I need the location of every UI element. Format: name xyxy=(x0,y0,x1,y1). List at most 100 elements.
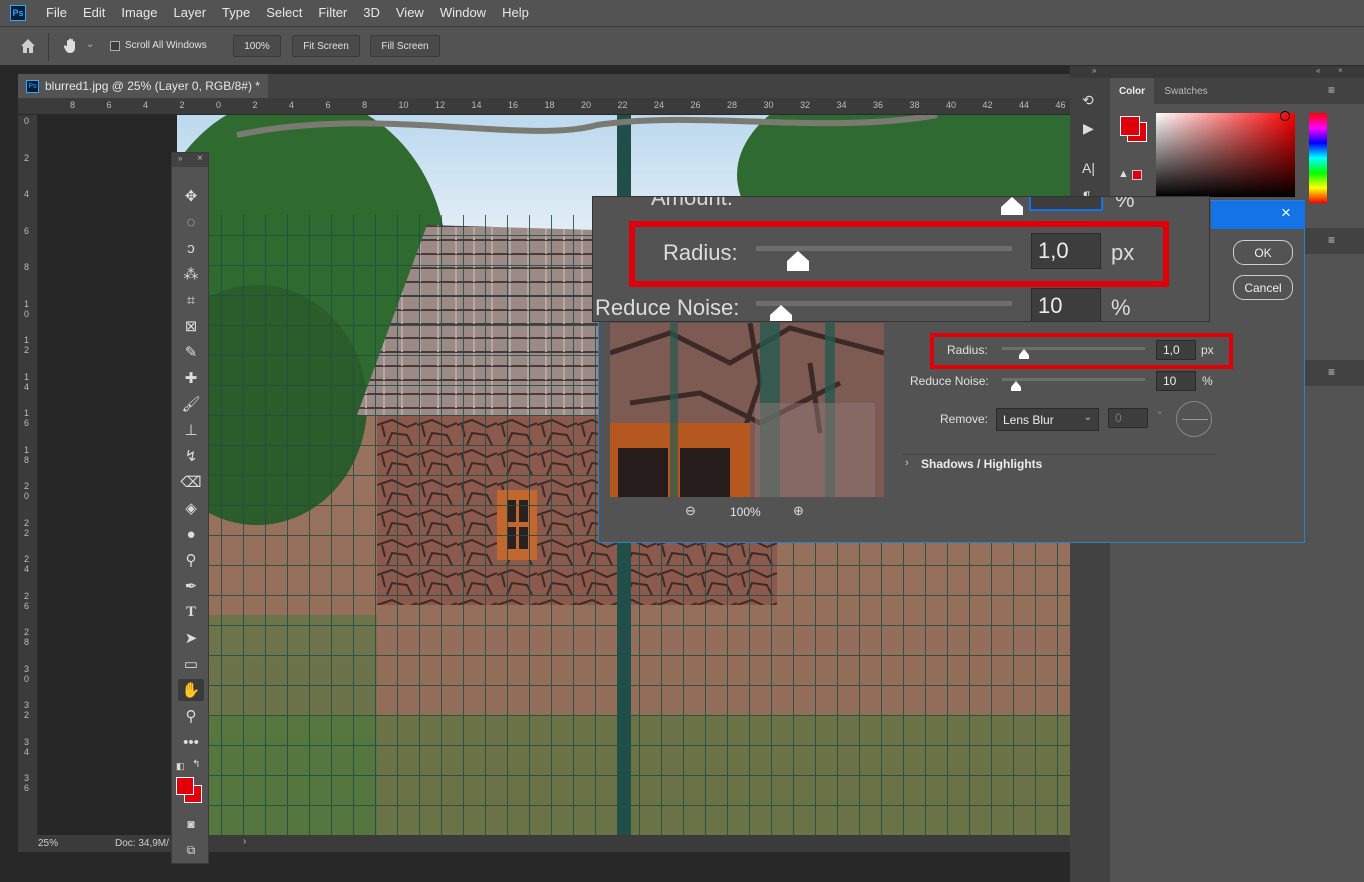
angle-dial[interactable] xyxy=(1176,401,1212,437)
more-tools-icon[interactable]: ••• xyxy=(178,731,204,753)
panel-menu-icon[interactable]: ≡ xyxy=(1328,83,1335,97)
default-colors-icon[interactable]: ◧ xyxy=(176,761,185,772)
hruler-label: 16 xyxy=(508,100,519,110)
screen-mode-icon[interactable]: ⧉ xyxy=(178,839,204,861)
brush-tool-icon[interactable]: 🖌 xyxy=(178,393,204,415)
menu-filter[interactable]: Filter xyxy=(310,0,355,26)
hruler-label: 22 xyxy=(617,100,628,110)
dialog-close-icon[interactable]: × xyxy=(1281,203,1291,223)
menu-3d[interactable]: 3D xyxy=(355,0,388,26)
hruler-label: 44 xyxy=(1019,100,1030,110)
swap-colors-icon[interactable]: ↰ xyxy=(192,759,200,770)
menu-image[interactable]: Image xyxy=(113,0,165,26)
paint-bucket-icon[interactable]: ◈ xyxy=(178,497,204,519)
menu-type[interactable]: Type xyxy=(214,0,258,26)
zoom-100-button[interactable]: 100% xyxy=(233,35,281,57)
gamut-swatch[interactable] xyxy=(1132,170,1142,180)
status-zoom[interactable]: 25% xyxy=(38,838,58,849)
remove-label: Remove: xyxy=(940,412,989,426)
document-tab[interactable]: Ps blurred1.jpg @ 25% (Layer 0, RGB/8#) … xyxy=(18,74,268,98)
reduce-noise-input[interactable]: 10 xyxy=(1156,371,1196,391)
panel-menu-icon-2[interactable]: ≡ xyxy=(1328,233,1335,247)
angle-input[interactable]: 0 xyxy=(1108,408,1148,428)
pen-tool-icon[interactable]: ✒ xyxy=(178,575,204,597)
reduce-noise-unit: % xyxy=(1202,374,1213,388)
character-icon[interactable]: A| xyxy=(1082,160,1095,176)
history-brush-icon[interactable]: ↯ xyxy=(178,445,204,467)
chevron-down-icon[interactable]: ⌄ xyxy=(86,39,94,50)
hruler-label: 26 xyxy=(690,100,701,110)
zoom-in-icon[interactable]: ⊕ xyxy=(793,503,804,519)
tab-color[interactable]: Color xyxy=(1110,78,1154,104)
marquee-tool-icon[interactable]: ◌ xyxy=(178,211,204,233)
gamut-warning-icon[interactable]: ▲ xyxy=(1118,168,1129,180)
zoom-out-icon[interactable]: ⊖ xyxy=(685,503,696,519)
ok-button[interactable]: OK xyxy=(1233,240,1293,265)
menu-edit[interactable]: Edit xyxy=(75,0,113,26)
close-icon[interactable]: × xyxy=(197,153,203,164)
collapse-panels-icon[interactable]: « xyxy=(1316,66,1320,75)
actions-play-icon[interactable]: ▶ xyxy=(1083,120,1094,137)
hruler-label: 4 xyxy=(143,100,149,110)
eraser-tool-icon[interactable]: ⌫ xyxy=(178,471,204,493)
eyedropper-icon[interactable]: ✎ xyxy=(178,341,204,363)
vertical-ruler[interactable]: 0 2 4 6 8 1 0 1 2 1 4 1 6 1 8 2 0 2 2 2 4 2 6 2 8 3 0 3 … xyxy=(18,115,38,835)
stamp-tool-icon[interactable]: ⊥ xyxy=(178,419,204,441)
color-picker-cursor[interactable] xyxy=(1280,111,1290,121)
collapse-icon[interactable]: » xyxy=(178,154,182,163)
color-field[interactable] xyxy=(1156,113,1295,197)
remove-select[interactable]: Lens Blur ⌄ xyxy=(996,408,1099,431)
menu-window[interactable]: Window xyxy=(432,0,494,26)
reduce-noise-slider-thumb[interactable] xyxy=(1011,381,1021,391)
menu-file[interactable]: File xyxy=(38,0,75,26)
blur-tool-icon[interactable]: ● xyxy=(178,523,204,545)
preview-image[interactable] xyxy=(610,323,884,497)
dodge-tool-icon[interactable]: ⚲ xyxy=(178,549,204,571)
expand-chevron-icon[interactable]: › xyxy=(905,457,909,469)
frame-tool-icon[interactable]: ⊠ xyxy=(178,315,204,337)
fit-screen-button[interactable]: Fit Screen xyxy=(292,35,360,57)
hand-tool-icon[interactable]: ✋ xyxy=(178,679,204,701)
menu-select[interactable]: Select xyxy=(258,0,310,26)
type-tool-icon[interactable]: T xyxy=(178,601,204,623)
lasso-tool-icon[interactable]: ↄ xyxy=(178,237,204,259)
menu-help[interactable]: Help xyxy=(494,0,537,26)
healing-brush-icon[interactable]: ✚ xyxy=(178,367,204,389)
zoom-tool-icon[interactable]: ⚲ xyxy=(178,705,204,727)
color-fg-swatch[interactable] xyxy=(1120,116,1140,136)
foreground-color-swatch[interactable] xyxy=(176,777,194,795)
move-tool-icon[interactable]: ✥ xyxy=(178,185,204,207)
fill-screen-button[interactable]: Fill Screen xyxy=(370,35,440,57)
hruler-label: 30 xyxy=(763,100,774,110)
hand-tool-icon[interactable] xyxy=(62,37,80,55)
hruler-label: 2 xyxy=(252,100,258,110)
crop-tool-icon[interactable]: ⌗ xyxy=(178,289,204,311)
magic-wand-icon[interactable]: ⁂ xyxy=(178,263,204,285)
cancel-button[interactable]: Cancel xyxy=(1233,275,1293,300)
menu-layer[interactable]: Layer xyxy=(166,0,215,26)
panel-menu-icon-3[interactable]: ≡ xyxy=(1328,365,1335,379)
reduce-noise-slider[interactable] xyxy=(1002,378,1145,381)
scroll-all-windows-checkbox[interactable] xyxy=(110,41,120,51)
amount-input[interactable] xyxy=(1029,197,1103,211)
home-icon[interactable] xyxy=(20,38,36,54)
status-chevron-icon[interactable]: › xyxy=(243,836,246,847)
photoshop-logo-icon[interactable]: Ps xyxy=(10,5,26,21)
quick-mask-icon[interactable]: ◙ xyxy=(178,813,204,835)
preview-zoom-level: 100% xyxy=(730,505,761,519)
menu-view[interactable]: View xyxy=(388,0,432,26)
history-icon[interactable]: ⟲ xyxy=(1082,92,1094,109)
angle-unit: ° xyxy=(1157,408,1162,422)
path-selection-icon[interactable]: ➤ xyxy=(178,627,204,649)
rectangle-tool-icon[interactable]: ▭ xyxy=(178,653,204,675)
shadows-highlights-toggle[interactable]: Shadows / Highlights xyxy=(921,457,1042,471)
horizontal-ruler[interactable]: 8 6 4 2 0 2 4 6 8 10 12 14 16 18 20 22 24 26 28 30 32 34 36 38 4… xyxy=(18,98,1110,115)
vruler-label: 8 xyxy=(24,262,30,272)
ps-file-icon: Ps xyxy=(26,79,39,93)
hruler-label: 8 xyxy=(362,100,368,110)
hue-slider[interactable] xyxy=(1309,113,1327,203)
status-doc-size: Doc: 34,9M/ xyxy=(115,838,169,849)
close-panels-icon[interactable]: × xyxy=(1338,66,1343,75)
hruler-label: 24 xyxy=(654,100,665,110)
tab-swatches[interactable]: Swatches xyxy=(1156,78,1216,104)
